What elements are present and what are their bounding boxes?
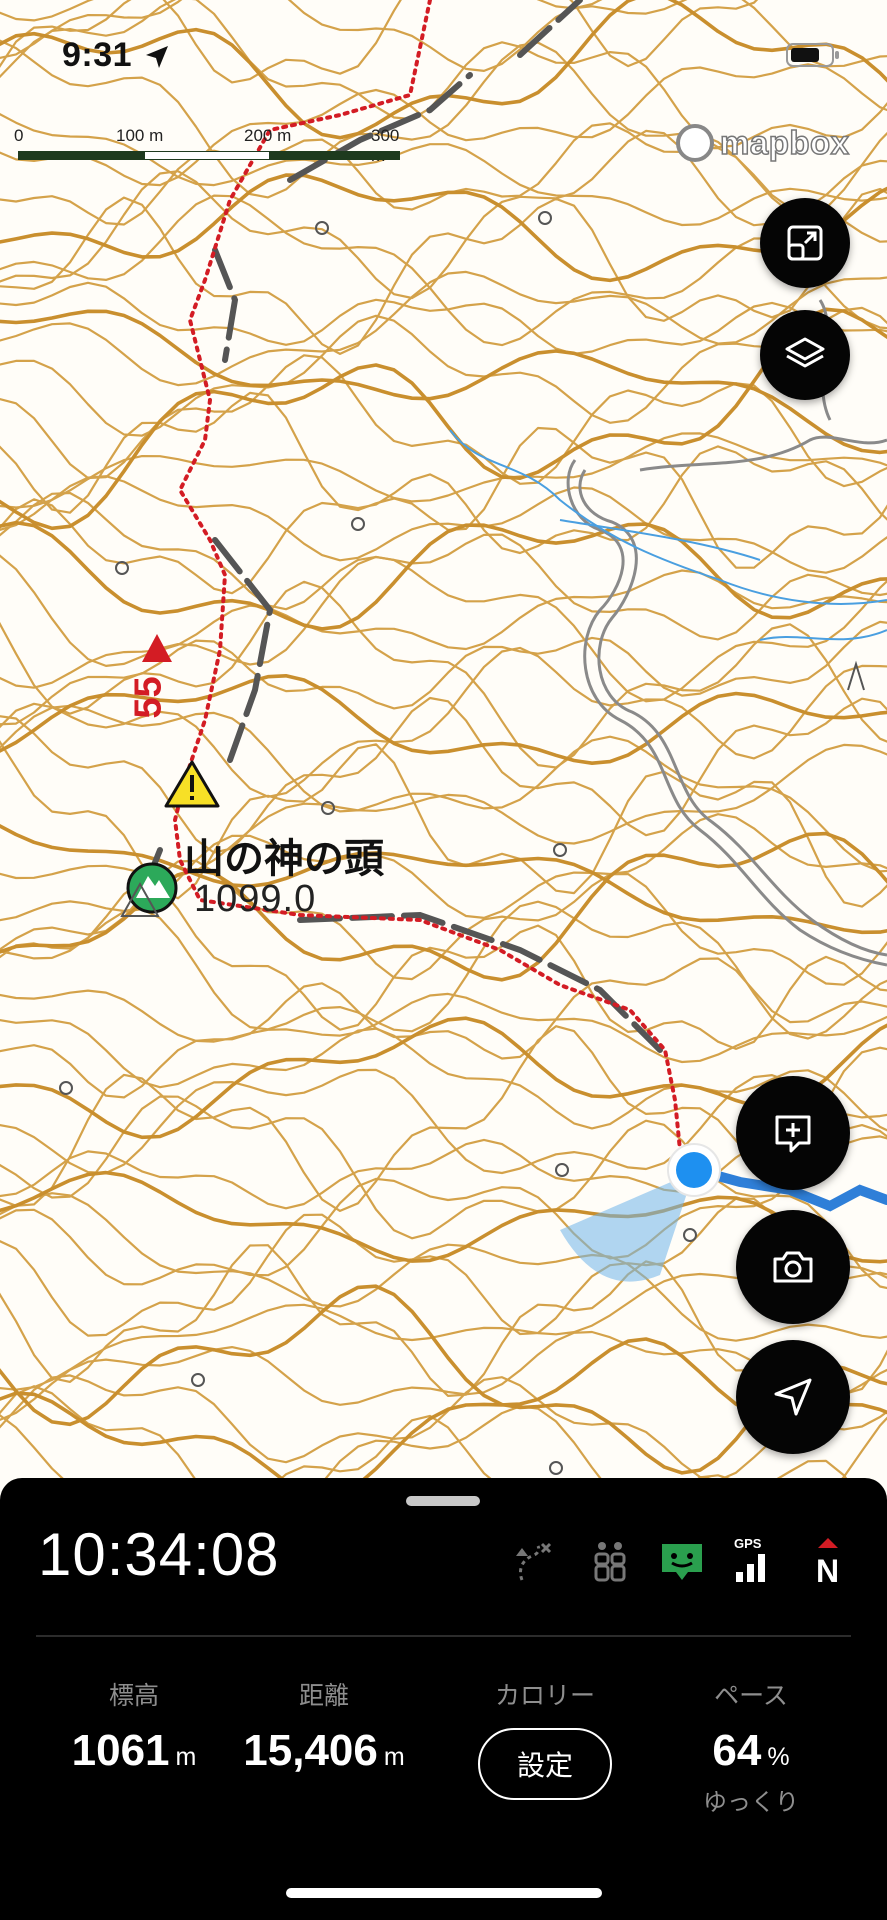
- calories-stat: カロリー: [445, 1676, 645, 1712]
- pace-note: ゆっくり: [703, 1789, 799, 1816]
- pace-title: ペース: [714, 1682, 788, 1710]
- mapbox-logo[interactable]: mapbox: [676, 123, 850, 162]
- panel-divider: [36, 1635, 851, 1637]
- mapbox-text: mapbox: [719, 123, 850, 162]
- north-compass-icon[interactable]: N: [802, 1536, 854, 1588]
- peak-elevation-label: 1099.0: [194, 878, 317, 920]
- gps-signal-icon: GPS: [734, 1536, 765, 1582]
- elapsed-clock: 10:34:08: [38, 1521, 280, 1588]
- drag-handle[interactable]: [406, 1496, 480, 1506]
- fit-bounds-icon: [787, 225, 823, 261]
- route-off-icon[interactable]: [508, 1536, 560, 1588]
- gps-label: GPS: [734, 1536, 762, 1551]
- scale-label: 300 m: [371, 126, 400, 165]
- scale-label: 100 m: [116, 126, 164, 145]
- battery-icon: [786, 43, 839, 67]
- locate-icon: [774, 1378, 812, 1416]
- north-label: N: [816, 1553, 839, 1588]
- camera-icon: [773, 1251, 813, 1283]
- route-number-label: 55: [127, 676, 170, 719]
- mapbox-icon: [676, 124, 714, 162]
- scale-label: 200 m: [244, 126, 292, 145]
- home-indicator[interactable]: [286, 1888, 602, 1898]
- people-icon[interactable]: [584, 1536, 636, 1588]
- scale-bar: 0 100 m 200 m 300 m: [12, 126, 412, 172]
- calories-title: カロリー: [494, 1682, 595, 1710]
- calories-settings-button[interactable]: 設定: [478, 1728, 612, 1800]
- locate-button[interactable]: [736, 1340, 850, 1454]
- elevation-stat: 標高 1061 m: [34, 1676, 234, 1776]
- status-time: 9:31: [62, 36, 133, 74]
- add-note-icon: [775, 1115, 811, 1153]
- elevation-value: 1061 m: [71, 1726, 197, 1775]
- tracking-panel: 10:34:08 GPS N 標高 1061 m 距離 15,406 m カロリ…: [0, 1478, 887, 1920]
- pace-value: 64%: [712, 1726, 790, 1775]
- distance-stat: 距離 15,406 m: [224, 1676, 424, 1776]
- peak-name-label: 山の神の頭: [184, 837, 384, 881]
- fit-bounds-button[interactable]: [760, 198, 850, 288]
- distance-title: 距離: [298, 1682, 349, 1710]
- distance-value: 15,406 m: [243, 1726, 405, 1775]
- elevation-title: 標高: [108, 1682, 159, 1710]
- status-icons: GPS N: [508, 1536, 868, 1590]
- chat-status-icon[interactable]: [656, 1536, 708, 1588]
- layers-icon: [785, 337, 825, 368]
- camera-button[interactable]: [736, 1210, 850, 1324]
- location-arrow-icon: [146, 46, 168, 68]
- pace-stat: ペース 64% ゆっくり: [651, 1676, 851, 1817]
- layers-button[interactable]: [760, 310, 850, 400]
- scale-label: 0: [14, 126, 24, 145]
- add-note-button[interactable]: [736, 1076, 850, 1190]
